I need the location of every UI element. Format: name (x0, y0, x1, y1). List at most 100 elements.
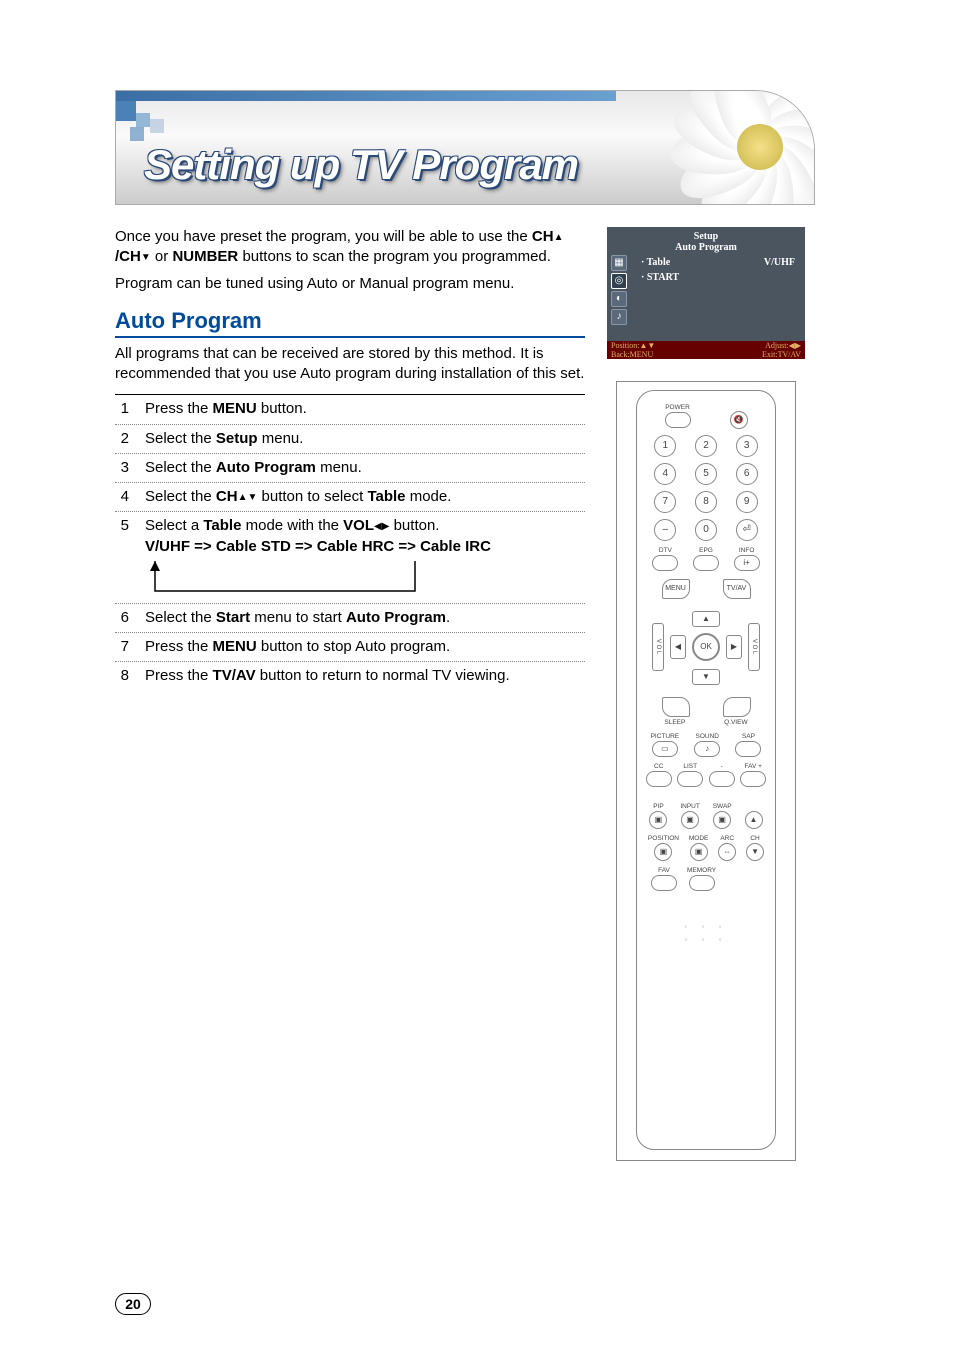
remote-mode-button: ▣ (690, 843, 708, 861)
triangle-up-icon: ▲ (238, 493, 248, 503)
remote-chup-button: ▲ (745, 811, 763, 829)
step-text: Select the Start menu to start Auto Prog… (145, 608, 585, 628)
remote-arc-button: ⇔ (718, 843, 736, 861)
remote-vol-label-right: V O L (748, 623, 760, 671)
remote-num-8: 8 (695, 491, 717, 513)
remote-memory-button (689, 875, 715, 891)
osd-hint-exit: Exit:TV/AV (762, 351, 801, 360)
steps-list: 1Press the MENU button.2Select the Setup… (115, 394, 585, 690)
step-number: 1 (115, 399, 145, 419)
step-row: 6Select the Start menu to start Auto Pro… (115, 604, 585, 633)
remote-num-5: 5 (695, 463, 717, 485)
remote-num-4: 4 (654, 463, 676, 485)
step-text: Select a Table mode with the VOL◀▶ butto… (145, 516, 585, 599)
remote-ok-button: OK (692, 633, 720, 661)
page-banner: Setting up TV Program (115, 90, 815, 205)
osd-icon-picture: ▦ (611, 255, 627, 271)
remote-sleep-button (662, 697, 690, 717)
triangle-down-icon: ▼ (141, 253, 151, 263)
step-number: 4 (115, 487, 145, 507)
remote-sap-button (735, 741, 761, 757)
remote-num-9: 9 (736, 491, 758, 513)
remote-down-button: ▼ (692, 669, 720, 685)
flower-decoration (674, 90, 815, 205)
remote-qview-button (723, 697, 751, 717)
remote-favplus-button (740, 771, 766, 787)
osd-hint-back: Back:MENU (611, 351, 655, 360)
intro-paragraph-2: Program can be tuned using Auto or Manua… (115, 274, 585, 294)
remote-vol-label-left: V O L (652, 623, 664, 671)
remote-pip-button: ▣ (649, 811, 667, 829)
step-number: 6 (115, 608, 145, 628)
remote-power-button (665, 412, 691, 428)
remote-tvav-button: TV/AV (723, 579, 751, 599)
remote-dtv-button (652, 555, 678, 571)
step-text: Press the TV/AV button to return to norm… (145, 666, 585, 686)
step-text: Select the Auto Program menu. (145, 458, 585, 478)
step-row: 2Select the Setup menu. (115, 425, 585, 454)
page-title: Setting up TV Program (144, 141, 578, 189)
remote-num-6: 6 (736, 463, 758, 485)
step-number: 3 (115, 458, 145, 478)
step-number: 8 (115, 666, 145, 686)
remote-speaker-dots: ◦ ◦ ◦◦ ◦ ◦ (645, 921, 767, 947)
step-row: 7Press the MENU button to stop Auto prog… (115, 633, 585, 662)
page-number: 20 (115, 1293, 151, 1315)
remote-picture-button: ▭ (652, 741, 678, 757)
osd-icon-setup: ◎ (611, 273, 627, 289)
remote-num-7: 7 (654, 491, 676, 513)
remote-position-button: ▣ (654, 843, 672, 861)
triangle-down-icon: ▼ (247, 493, 257, 503)
step-number: 2 (115, 429, 145, 449)
main-content: Once you have preset the program, you wi… (115, 227, 585, 1161)
remote-info-button: i+ (734, 555, 760, 571)
step-row: 8Press the TV/AV button to return to nor… (115, 662, 585, 690)
remote-num-2: 2 (695, 435, 717, 457)
remote-swap-button: ▣ (713, 811, 731, 829)
remote-input-button: ▣ (681, 811, 699, 829)
remote-sound-button: ♪ (694, 741, 720, 757)
remote-left-button: ◀ (670, 635, 686, 659)
remote-menu-button: MENU (662, 579, 690, 599)
osd-icon-sound: ♪ (611, 309, 627, 325)
osd-item-start: · START (641, 272, 679, 283)
step-number: 7 (115, 637, 145, 657)
intro-paragraph-1: Once you have preset the program, you wi… (115, 227, 585, 268)
step-number: 5 (115, 516, 145, 536)
remote-num-0: 0 (695, 519, 717, 541)
section-body: All programs that can be received are st… (115, 344, 585, 385)
cycle-arrow-icon (145, 561, 425, 599)
remote-up-button: ▲ (692, 611, 720, 627)
step-text: Select the CH▲▼ button to select Table m… (145, 487, 585, 507)
osd-item-table: · Table (641, 257, 679, 268)
step-row: 5Select a Table mode with the VOL◀▶ butt… (115, 512, 585, 604)
remote-mute-button: 🔇 (730, 411, 748, 429)
step-row: 1Press the MENU button. (115, 395, 585, 424)
remote-num-1: 1 (654, 435, 676, 457)
step-row: 3Select the Auto Program menu. (115, 454, 585, 483)
remote-fav-button (651, 875, 677, 891)
osd-sidebar: ▦ ◎ ◐ ♪ (611, 255, 627, 327)
step-text: Select the Setup menu. (145, 429, 585, 449)
remote-num-⏎: ⏎ (736, 519, 758, 541)
remote-num-3: 3 (736, 435, 758, 457)
osd-title-1: Setup (607, 231, 805, 242)
remote-right-button: ▶ (726, 635, 742, 659)
osd-value: V/UHF (764, 257, 795, 268)
remote-cc-button (646, 771, 672, 787)
remote-chdown-button: ▼ (746, 843, 764, 861)
remote-list-button (677, 771, 703, 787)
triangle-up-icon: ▲ (554, 233, 564, 243)
remote-favminus-button (709, 771, 735, 787)
section-heading: Auto Program (115, 308, 585, 338)
triangle-left-icon: ◀ (374, 522, 382, 532)
remote-epg-button (693, 555, 719, 571)
step-row: 4Select the CH▲▼ button to select Table … (115, 483, 585, 512)
remote-dpad: V O L V O L ▲ ▼ ◀ ▶ OK (652, 605, 760, 691)
remote-illustration: POWER 🔇 123456789–0⏎ DTV EPG INFOi+ MENU… (616, 381, 796, 1161)
step-text: Press the MENU button to stop Auto progr… (145, 637, 585, 657)
remote-num-–: – (654, 519, 676, 541)
osd-title-2: Auto Program (607, 242, 805, 253)
step-text: Press the MENU button. (145, 399, 585, 419)
osd-icon-clock: ◐ (611, 291, 627, 307)
